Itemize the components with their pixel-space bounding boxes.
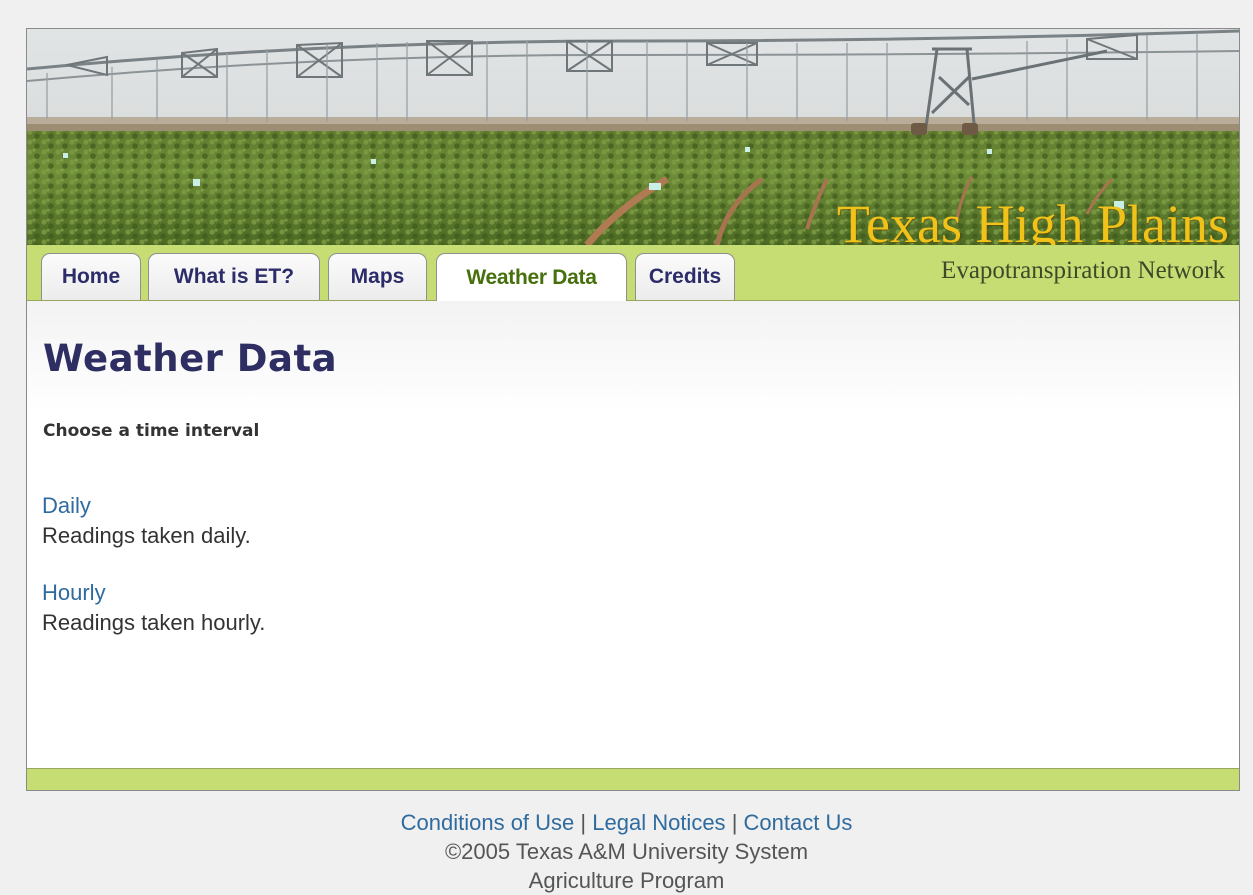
tab-maps-label: Maps: [350, 265, 405, 288]
program-text: Agriculture Program: [528, 868, 725, 893]
main-content: Weather Data Choose a time interval Dail…: [27, 301, 1239, 768]
daily-link[interactable]: Daily: [42, 493, 91, 519]
footer: Conditions of Use | Legal Notices | Cont…: [0, 808, 1253, 895]
navigation-bar: Home What is ET? Maps Weather Data Credi…: [27, 245, 1239, 301]
tab-weather-data[interactable]: Weather Data: [436, 253, 627, 301]
legal-notices-link[interactable]: Legal Notices: [592, 810, 725, 835]
hourly-link[interactable]: Hourly: [42, 580, 106, 606]
tab-what-is-et-label: What is ET?: [173, 265, 295, 288]
bottom-band: [27, 768, 1239, 790]
hourly-description: Readings taken hourly.: [42, 610, 266, 635]
tab-credits-label: Credits: [648, 265, 722, 288]
conditions-of-use-link[interactable]: Conditions of Use: [401, 810, 575, 835]
page-frame: Texas High Plains Home What is ET? Maps …: [26, 28, 1240, 791]
page-title: Weather Data: [43, 337, 338, 380]
section-label: Choose a time interval: [43, 421, 260, 441]
tab-weather-data-label: Weather Data: [466, 265, 597, 289]
site-subtitle: Evapotranspiration Network: [941, 257, 1225, 284]
tab-home[interactable]: Home: [41, 253, 141, 300]
daily-description: Readings taken daily.: [42, 523, 251, 548]
tab-maps[interactable]: Maps: [328, 253, 427, 300]
tab-what-is-et[interactable]: What is ET?: [148, 253, 320, 300]
footer-links: Conditions of Use | Legal Notices | Cont…: [0, 808, 1253, 837]
site-title: Texas High Plains: [836, 194, 1229, 245]
contact-us-link[interactable]: Contact Us: [744, 810, 853, 835]
footer-separator: |: [580, 810, 587, 835]
tab-home-label: Home: [61, 265, 121, 288]
header-banner: Texas High Plains: [27, 29, 1239, 245]
copyright-text: ©2005 Texas A&M University System: [444, 839, 809, 864]
tab-credits[interactable]: Credits: [635, 253, 735, 300]
footer-separator: |: [731, 810, 738, 835]
